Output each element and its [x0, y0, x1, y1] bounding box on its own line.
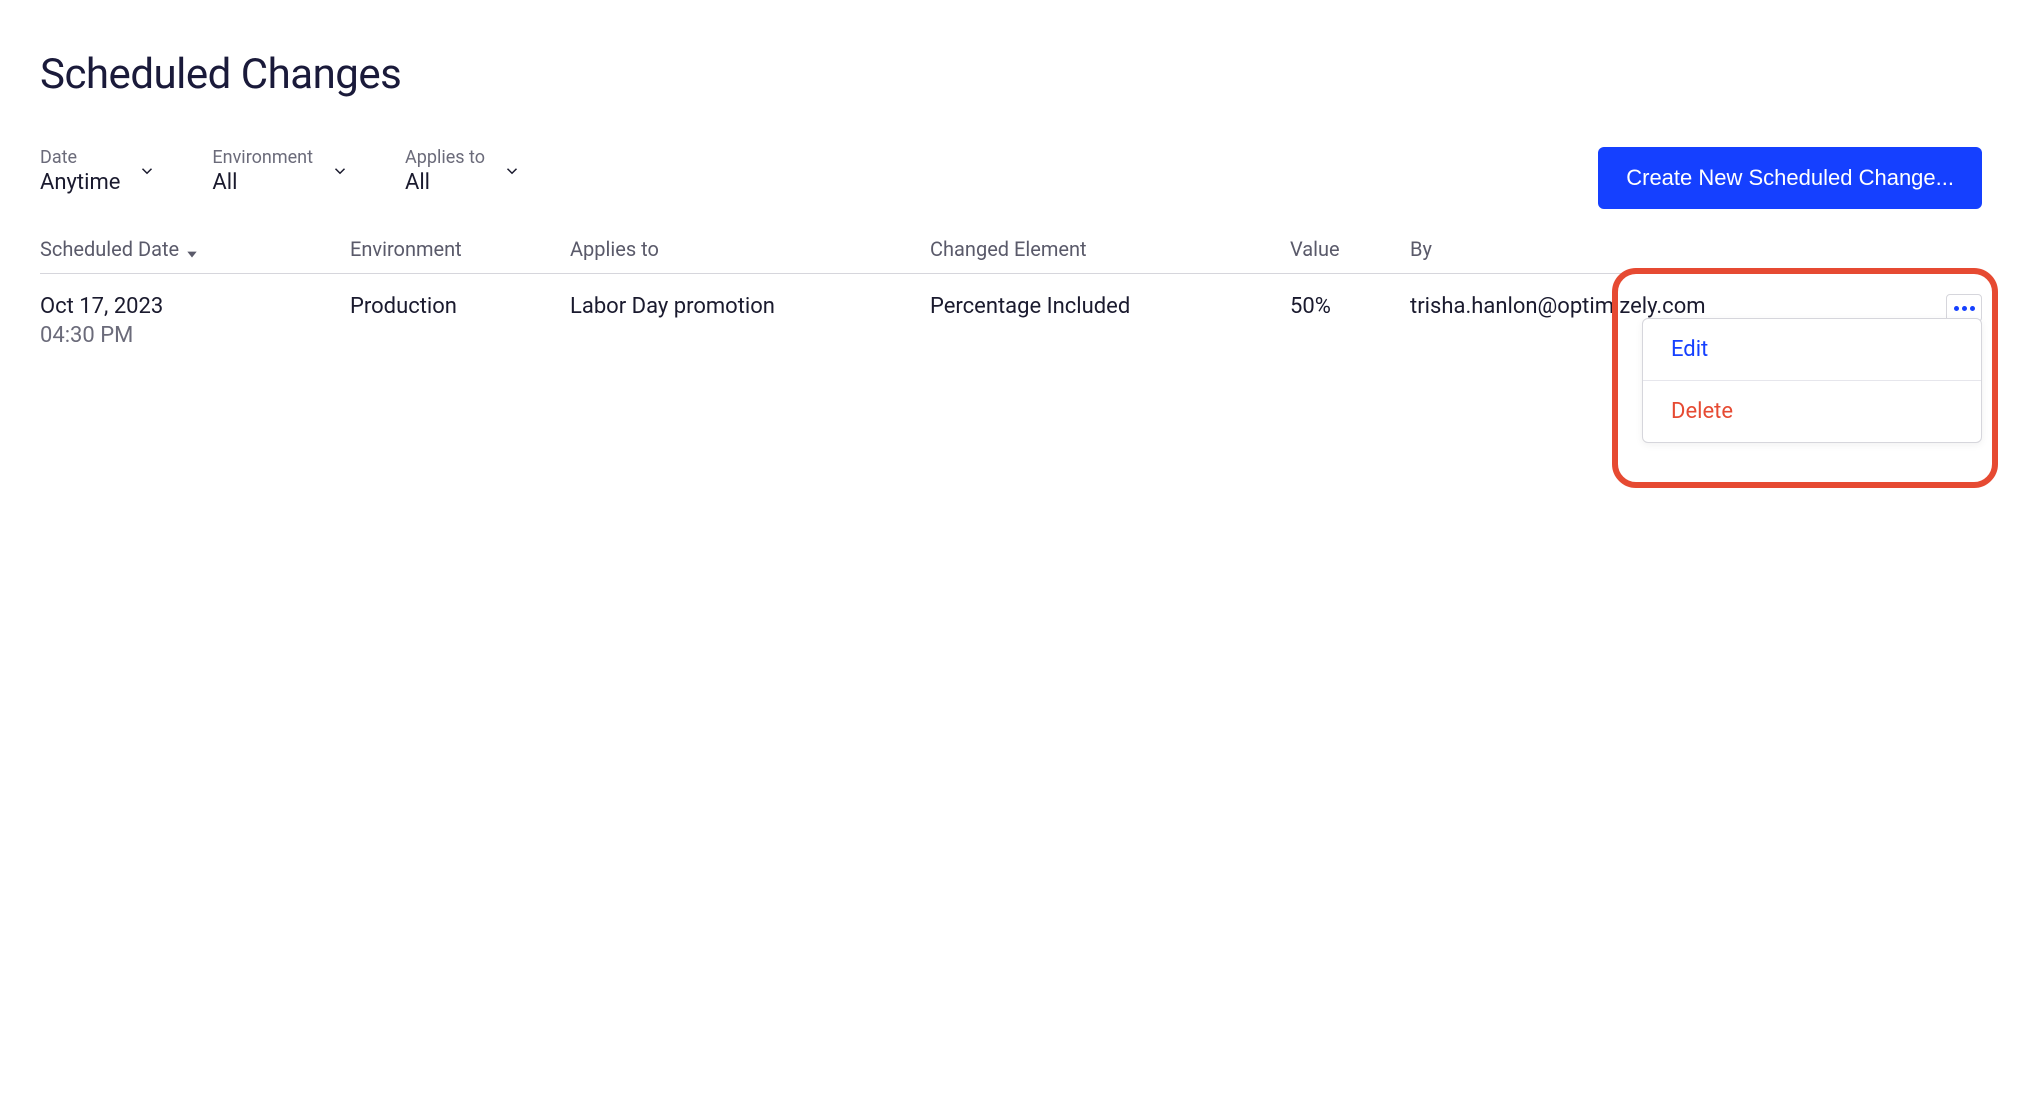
create-scheduled-change-button[interactable]: Create New Scheduled Change...: [1598, 147, 1982, 209]
filter-date-label: Date: [40, 147, 120, 168]
filter-environment-label: Environment: [212, 147, 313, 168]
table-row: Oct 17, 2023 04:30 PM Production Labor D…: [40, 274, 1982, 348]
cell-time: 04:30 PM: [40, 323, 350, 348]
filter-applies-to[interactable]: Applies to All: [405, 147, 521, 195]
filter-environment-value: All: [212, 170, 313, 195]
column-header-value[interactable]: Value: [1290, 237, 1410, 261]
cell-scheduled-date: Oct 17, 2023 04:30 PM: [40, 294, 350, 348]
ellipsis-icon: [1954, 306, 1975, 311]
filter-bar: Date Anytime Environment All Applies to …: [40, 147, 521, 195]
table-header-row: Scheduled Date Environment Applies to Ch…: [40, 237, 1982, 274]
scheduled-changes-table: Scheduled Date Environment Applies to Ch…: [40, 237, 1982, 348]
cell-changed-element: Percentage Included: [930, 294, 1290, 348]
page-title: Scheduled Changes: [40, 50, 1982, 99]
filter-applies-to-value: All: [405, 170, 485, 195]
cell-applies-to: Labor Day promotion: [570, 294, 930, 348]
toolbar: Date Anytime Environment All Applies to …: [40, 147, 1982, 209]
chevron-down-icon: [503, 162, 521, 180]
cell-environment: Production: [350, 294, 570, 348]
column-header-environment[interactable]: Environment: [350, 237, 570, 261]
column-header-applies-to[interactable]: Applies to: [570, 237, 930, 261]
filter-date[interactable]: Date Anytime: [40, 147, 156, 195]
filter-environment[interactable]: Environment All: [212, 147, 349, 195]
row-action-edit[interactable]: Edit: [1643, 319, 1981, 381]
column-header-by[interactable]: By: [1410, 237, 1922, 261]
column-header-scheduled-date[interactable]: Scheduled Date: [40, 237, 350, 261]
cell-value: 50%: [1290, 294, 1410, 348]
chevron-down-icon: [138, 162, 156, 180]
row-action-delete[interactable]: Delete: [1643, 381, 1981, 442]
filter-applies-to-label: Applies to: [405, 147, 485, 168]
filter-date-value: Anytime: [40, 170, 120, 195]
cell-date: Oct 17, 2023: [40, 294, 350, 319]
column-header-changed-element[interactable]: Changed Element: [930, 237, 1290, 261]
column-header-scheduled-date-label: Scheduled Date: [40, 237, 179, 261]
sort-descending-icon: [185, 242, 199, 256]
row-actions-menu: Edit Delete: [1642, 318, 1982, 443]
chevron-down-icon: [331, 162, 349, 180]
